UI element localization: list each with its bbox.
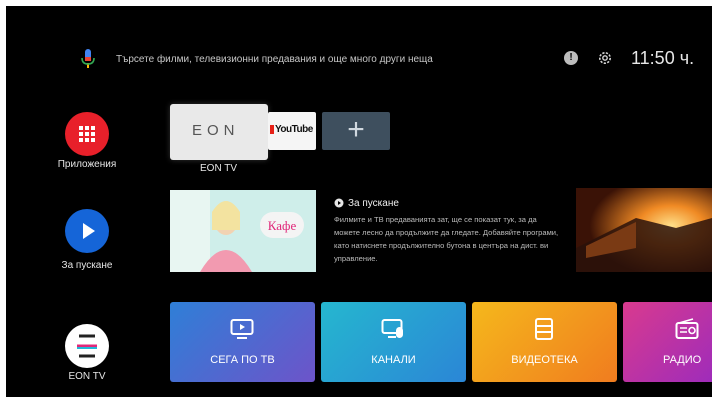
eon-tv-app-tile[interactable]: EON xyxy=(170,104,268,160)
clock: 11:50 ч. xyxy=(631,48,695,68)
apps-label: Приложения xyxy=(57,159,117,170)
eon-tv-label: EON TV xyxy=(68,371,106,382)
video-library-label: ВИДЕОТЕКА xyxy=(511,354,578,366)
train-program-thumbnail[interactable] xyxy=(576,188,712,272)
now-on-tv-label: СЕГА ПО ТВ xyxy=(210,354,275,366)
play-next-button[interactable] xyxy=(65,209,109,253)
add-app-button[interactable]: + xyxy=(322,112,390,150)
channels-icon xyxy=(381,319,403,338)
film-icon xyxy=(535,318,553,340)
play-small-icon xyxy=(334,198,344,208)
play-next-title: За пускане xyxy=(348,198,399,209)
train-thumbnail-image xyxy=(576,188,712,272)
kafe-program-thumbnail[interactable]: Кафе xyxy=(170,190,316,272)
tv-home-screen: Търсете филми, телевизионни предавания и… xyxy=(6,6,712,397)
youtube-app-tile[interactable]: YouTube xyxy=(268,112,316,150)
channels-tile[interactable]: КАНАЛИ xyxy=(321,302,466,382)
apps-grid-icon xyxy=(79,126,95,142)
kafe-logo: Кафе xyxy=(268,218,297,233)
video-library-tile[interactable]: ВИДЕОТЕКА xyxy=(472,302,617,382)
eon-tile-label: EON TV xyxy=(200,163,238,174)
youtube-label: YouTube xyxy=(275,124,313,135)
play-next-description: Филмите и ТВ предаванията зат, ще се пок… xyxy=(334,215,559,263)
now-on-tv-tile[interactable]: СЕГА ПО ТВ xyxy=(170,302,315,382)
kafe-thumbnail-image: Кафе xyxy=(170,190,316,272)
apps-button[interactable] xyxy=(65,112,109,156)
youtube-icon xyxy=(270,124,274,134)
eon-logo-icon xyxy=(77,334,97,358)
tv-play-icon xyxy=(230,319,254,339)
eon-tile-logo: EON xyxy=(192,122,240,139)
radio-label: РАДИО xyxy=(663,354,702,366)
radio-tile[interactable]: РАДИО xyxy=(623,302,712,382)
microphone-icon[interactable] xyxy=(81,49,95,69)
search-input[interactable]: Търсете филми, телевизионни предавания и… xyxy=(116,54,433,65)
gear-icon[interactable] xyxy=(597,50,613,66)
channels-label: КАНАЛИ xyxy=(371,354,416,366)
radio-icon xyxy=(675,318,699,339)
play-next-label: За пускане xyxy=(61,260,113,271)
notification-icon[interactable]: ! xyxy=(564,51,578,65)
eon-tv-button[interactable] xyxy=(65,324,109,368)
play-icon xyxy=(83,223,95,239)
